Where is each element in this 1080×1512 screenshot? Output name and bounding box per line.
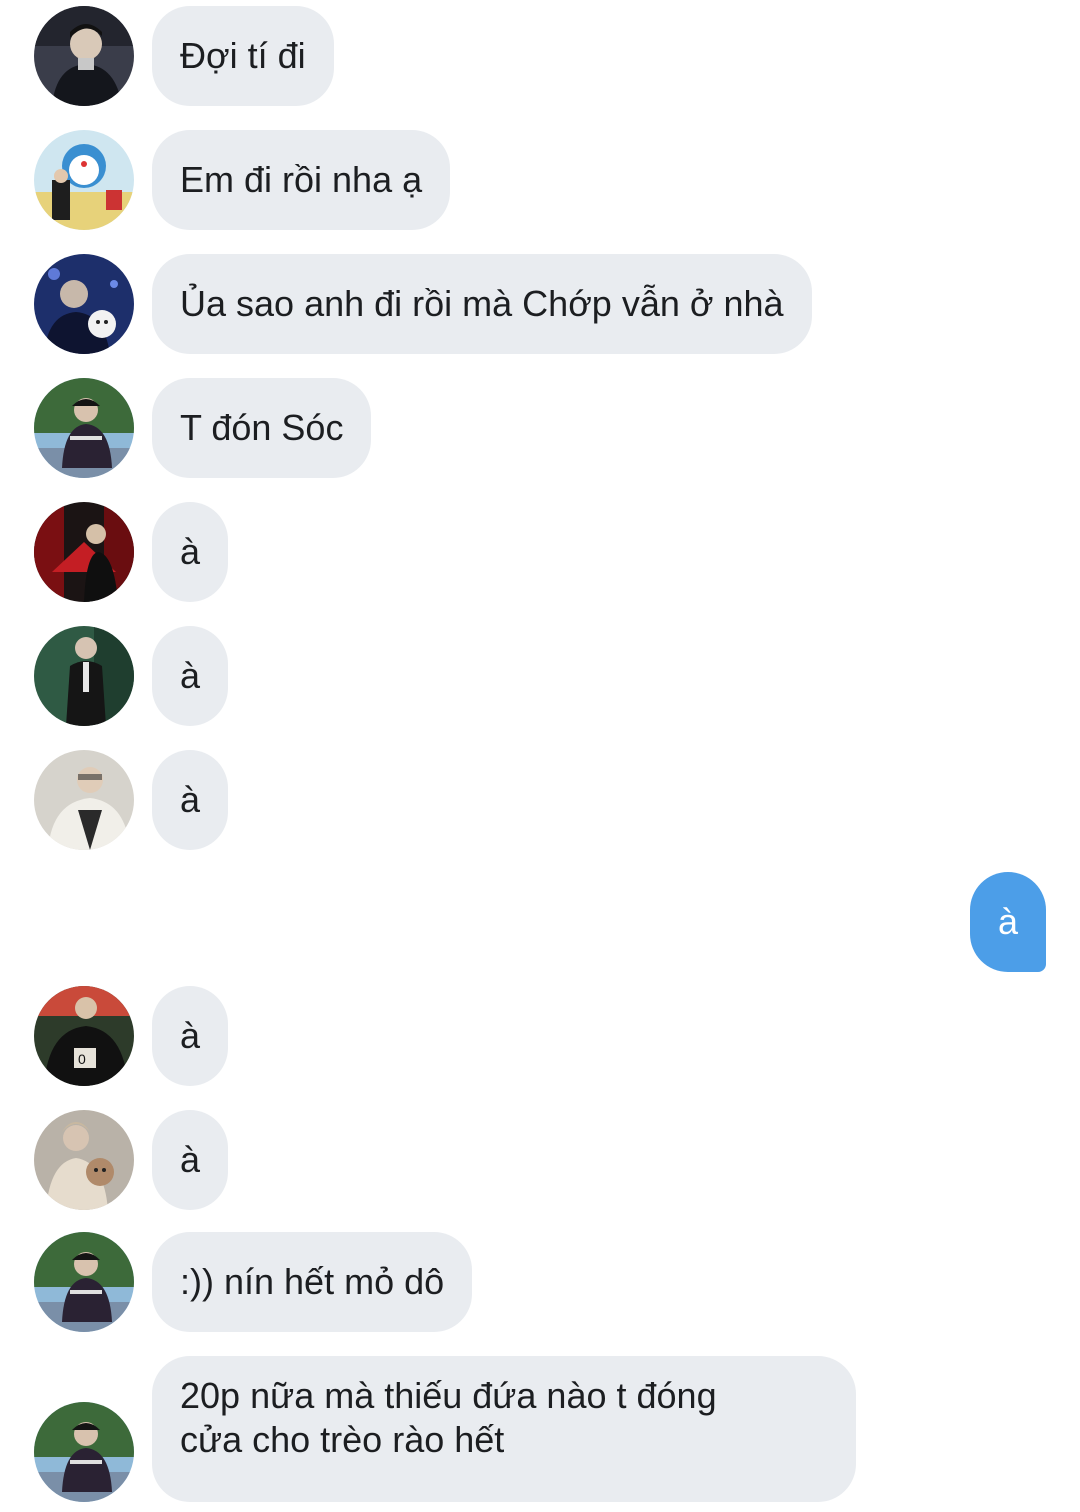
message-bubble[interactable]: à	[152, 502, 229, 602]
avatar[interactable]	[34, 6, 134, 106]
avatar-photo-icon	[34, 130, 134, 230]
avatar-photo-icon: 0	[34, 986, 134, 1086]
message-bubble[interactable]: Ủa sao anh đi rồi mà Chớp vẫn ở nhà	[152, 254, 812, 354]
avatar[interactable]	[34, 1232, 134, 1332]
message-bubble-outgoing[interactable]: à	[969, 872, 1046, 972]
message-bubble[interactable]: à	[152, 626, 229, 726]
avatar-photo-icon	[34, 1110, 134, 1210]
message-bubble[interactable]: à	[152, 1110, 229, 1210]
avatar-photo-icon	[34, 254, 134, 354]
message-bubble[interactable]: Em đi rồi nha ạ	[152, 130, 451, 230]
avatar[interactable]	[34, 502, 134, 602]
svg-text:0: 0	[78, 1051, 86, 1067]
avatar-photo-icon	[34, 6, 134, 106]
avatar-photo-icon	[34, 1232, 134, 1332]
message-bubble[interactable]: à	[152, 986, 229, 1086]
message-bubble[interactable]: à	[152, 750, 229, 850]
avatar[interactable]	[34, 626, 134, 726]
avatar-photo-icon	[34, 626, 134, 726]
avatar[interactable]	[34, 750, 134, 850]
avatar-photo-icon	[34, 502, 134, 602]
avatar[interactable]	[34, 1110, 134, 1210]
avatar[interactable]: 0	[34, 986, 134, 1086]
avatar-photo-icon	[34, 378, 134, 478]
avatar[interactable]	[34, 130, 134, 230]
message-bubble[interactable]: Đợi tí đi	[152, 6, 334, 106]
avatar[interactable]	[34, 254, 134, 354]
avatar[interactable]	[34, 1402, 134, 1502]
message-line: 20p nữa mà thiếu đứa nào t đóng	[180, 1375, 717, 1416]
message-line: cửa cho trèo rào hết	[180, 1419, 505, 1460]
message-bubble[interactable]: :)) nín hết mỏ dô	[152, 1232, 473, 1332]
avatar-photo-icon	[34, 750, 134, 850]
avatar[interactable]	[34, 378, 134, 478]
chat-screen: { "chat": { "accent_color": "#4c9ee8", "…	[0, 0, 1080, 1512]
avatar-photo-icon	[34, 1402, 134, 1502]
message-bubble[interactable]: T đón Sóc	[152, 378, 372, 478]
message-bubble[interactable]: 20p nữa mà thiếu đứa nào t đóng cửa cho …	[152, 1356, 856, 1502]
